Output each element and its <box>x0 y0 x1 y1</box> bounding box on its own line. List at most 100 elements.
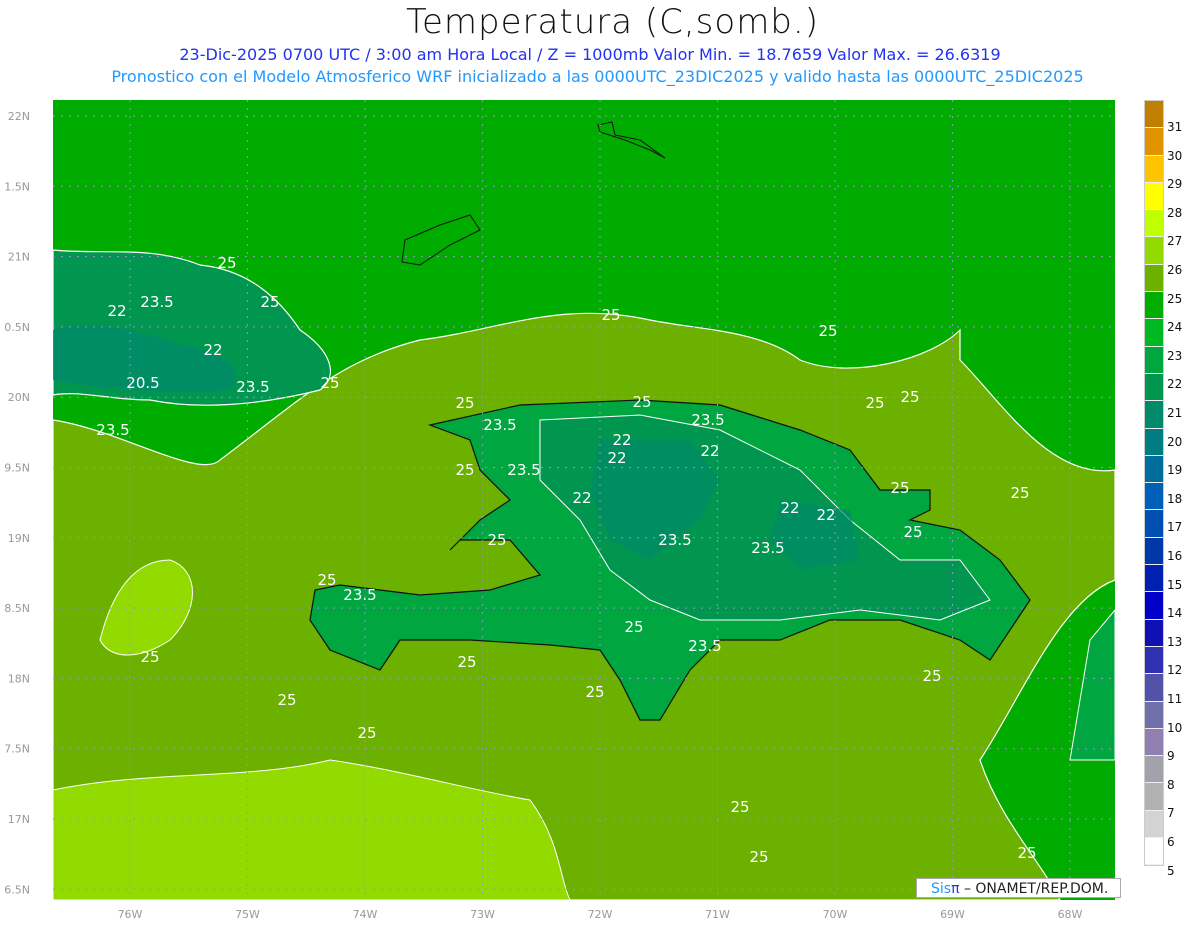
colorbar-swatch <box>1145 292 1163 320</box>
colorbar-label: 23 <box>1167 348 1183 363</box>
contour-label: 25 <box>260 293 279 311</box>
contour-label: 25 <box>455 461 474 479</box>
colorbar-label: 5 <box>1167 863 1175 878</box>
contour-label: 23.5 <box>96 421 129 439</box>
credit-text: – ONAMET/REP.DOM. <box>959 881 1109 897</box>
colorbar-swatch <box>1145 810 1163 839</box>
lat-label: 1.5N <box>4 180 30 193</box>
colorbar <box>1144 100 1164 867</box>
brand-sis: Sis <box>931 881 952 897</box>
contour-label: 23.5 <box>688 637 721 655</box>
credit-box: Sisπ – ONAMET/REP.DOM. <box>916 878 1121 898</box>
colorbar-swatch <box>1145 483 1163 511</box>
colorbar-swatch <box>1145 592 1163 620</box>
lon-label: 69W <box>940 908 965 921</box>
colorbar-swatch <box>1145 455 1163 484</box>
lon-label: 72W <box>588 908 613 921</box>
colorbar-swatch <box>1145 701 1163 729</box>
contour-label: 22 <box>780 499 799 517</box>
colorbar-swatch <box>1145 401 1163 429</box>
colorbar-swatch <box>1145 619 1163 647</box>
colorbar-label: 6 <box>1167 835 1175 849</box>
contour-label: 23.5 <box>658 531 691 549</box>
colorbar-swatch <box>1145 756 1163 784</box>
colorbar-label: 7 <box>1167 806 1175 821</box>
colorbar-label: 15 <box>1167 577 1183 592</box>
lat-label: 8.5N <box>4 602 30 615</box>
colorbar-swatch <box>1145 674 1163 702</box>
colorbar-label: 25 <box>1167 291 1183 306</box>
contour-label: 25 <box>903 523 922 541</box>
lat-label: 22N <box>8 110 30 123</box>
colorbar-label: 18 <box>1167 491 1183 506</box>
lat-label: 9.5N <box>4 462 30 475</box>
colorbar-swatch <box>1145 783 1163 811</box>
contour-label: 25 <box>277 691 296 709</box>
lon-label: 75W <box>235 908 260 921</box>
colorbar-label: 29 <box>1167 177 1183 192</box>
colorbar-swatch <box>1145 510 1163 538</box>
contour-label: 25 <box>632 393 651 411</box>
colorbar-label: 9 <box>1167 749 1175 764</box>
contour-label: 22 <box>203 341 222 359</box>
contour-label: 25 <box>487 531 506 549</box>
contour-label: 25 <box>217 254 236 272</box>
contour-label: 22 <box>612 431 631 449</box>
contour-label: 23.5 <box>691 411 724 429</box>
lat-label: 6.5N <box>4 883 30 896</box>
colorbar-swatch <box>1145 237 1163 265</box>
colorbar-label: 22 <box>1167 377 1183 392</box>
contour-label: 25 <box>455 394 474 412</box>
colorbar-swatch <box>1145 319 1163 347</box>
contour-label: 22 <box>700 442 719 460</box>
colorbar-swatch <box>1145 646 1163 675</box>
contour-label: 25 <box>457 653 476 671</box>
contour-label: 25 <box>890 479 909 497</box>
contour-label: 25 <box>601 306 620 324</box>
colorbar-label: 13 <box>1167 634 1183 649</box>
contour-label: 25 <box>922 667 941 685</box>
colorbar-label: 11 <box>1167 692 1183 706</box>
colorbar-label: 19 <box>1167 463 1183 478</box>
contour-label: 25 <box>357 724 376 742</box>
contour-label: 25 <box>900 388 919 406</box>
lat-label: 7.5N <box>4 743 30 756</box>
colorbar-label: 16 <box>1167 549 1183 563</box>
colorbar-swatch <box>1145 264 1163 293</box>
contour-label: 25 <box>585 683 604 701</box>
colorbar-swatch <box>1145 373 1163 402</box>
lon-label: 76W <box>118 908 143 921</box>
contour-label: 20.5 <box>126 374 159 392</box>
colorbar-swatch <box>1145 101 1163 129</box>
contour-label: 25 <box>1017 844 1036 862</box>
contour-label: 25 <box>865 394 884 412</box>
contour-label: 25 <box>749 848 768 866</box>
contour-label: 25 <box>818 322 837 340</box>
lat-label: 19N <box>8 532 30 545</box>
colorbar-swatch <box>1145 182 1163 211</box>
colorbar-swatch <box>1145 565 1163 593</box>
lat-label: 17N <box>8 813 30 826</box>
colorbar-swatch <box>1145 210 1163 238</box>
contour-label: 23.5 <box>236 378 269 396</box>
colorbar-label: 26 <box>1167 263 1183 277</box>
contour-label: 22 <box>572 489 591 507</box>
colorbar-label: 14 <box>1167 606 1183 621</box>
lon-label: 71W <box>705 908 730 921</box>
contour-label: 23.5 <box>140 293 173 311</box>
colorbar-label: 12 <box>1167 663 1183 678</box>
temperature-map: 25 23.5 25 22 22 20.5 23.5 25 23.5 25 25 25 25 23.5 22… <box>4 100 1116 921</box>
contour-label: 25 <box>140 648 159 666</box>
contour-label: 25 <box>317 571 336 589</box>
contour-label: 22 <box>816 506 835 524</box>
contour-label: 25 <box>624 618 643 636</box>
contour-label: 25 <box>730 798 749 816</box>
colorbar-label: 28 <box>1167 205 1183 220</box>
contour-label: 23.5 <box>507 461 540 479</box>
contour-label: 25 <box>1010 484 1029 502</box>
colorbar-label: 21 <box>1167 406 1183 420</box>
colorbar-label: 17 <box>1167 520 1183 535</box>
lat-label: 0.5N <box>4 321 30 334</box>
contour-label: 22 <box>107 302 126 320</box>
colorbar-label: 27 <box>1167 234 1183 249</box>
